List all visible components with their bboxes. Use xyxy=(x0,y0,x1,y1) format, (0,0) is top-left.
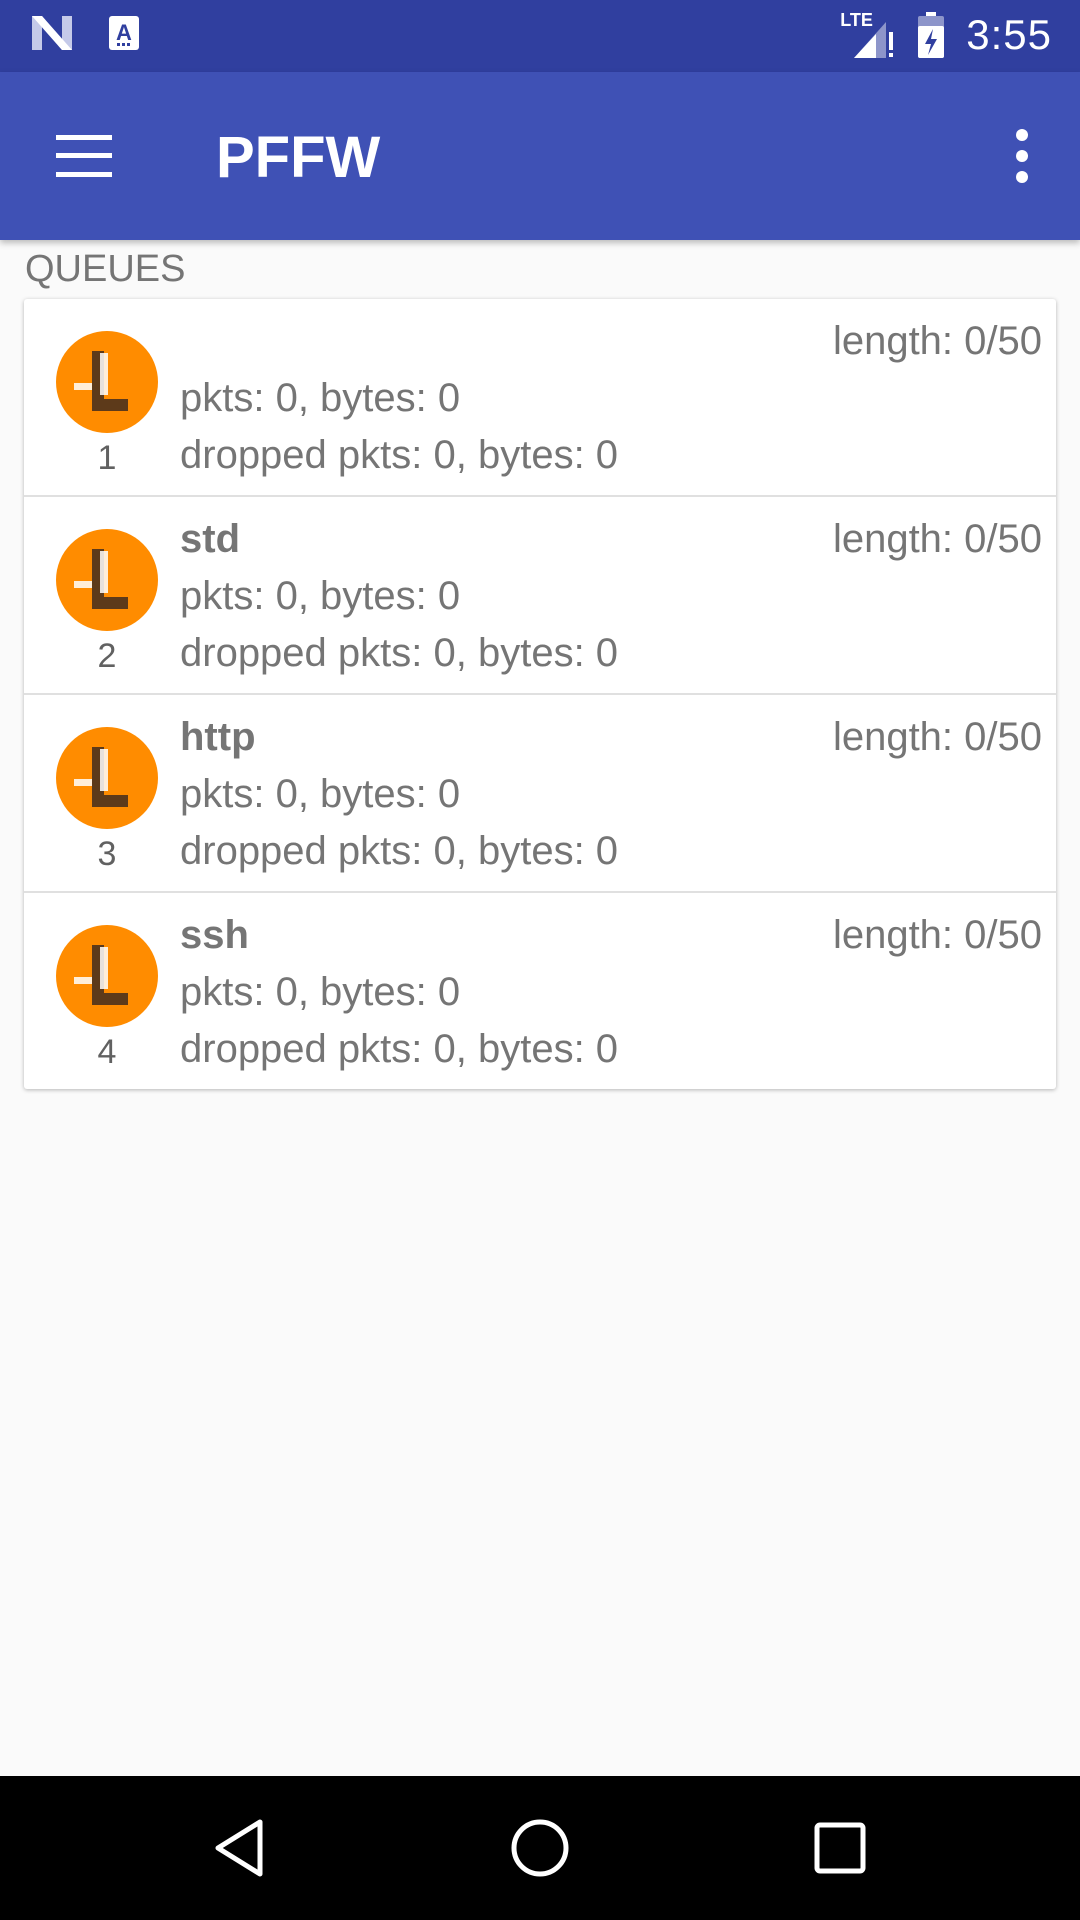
queue-number: 3 xyxy=(97,835,117,873)
queue-number: 4 xyxy=(97,1033,117,1071)
queues-card: 1 length: 0/50 pkts: 0, bytes: 0 dropped… xyxy=(24,299,1056,1089)
queue-number: 1 xyxy=(97,439,117,477)
navigation-bar xyxy=(0,1776,1080,1920)
app-bar: PFFW xyxy=(0,72,1080,240)
queue-length: length: 0/50 xyxy=(832,715,1042,759)
overflow-menu-icon[interactable] xyxy=(1012,128,1032,184)
home-icon[interactable] xyxy=(508,1816,572,1880)
queue-length: length: 0/50 xyxy=(832,913,1042,957)
queue-pkts: pkts: 0, bytes: 0 xyxy=(180,772,461,816)
queue-number: 2 xyxy=(97,637,117,675)
queue-icon xyxy=(56,331,158,433)
status-time: 3:55 xyxy=(966,11,1052,58)
status-bar: A LTE 3:55 xyxy=(0,0,1080,72)
menu-icon[interactable] xyxy=(56,135,112,177)
lte-signal-icon: LTE xyxy=(840,10,896,60)
queue-pkts: pkts: 0, bytes: 0 xyxy=(180,574,461,618)
battery-icon xyxy=(918,12,945,58)
queue-icon xyxy=(56,529,158,631)
queue-name: ssh xyxy=(180,913,249,957)
a-notification-icon: A xyxy=(109,16,139,50)
queue-name: std xyxy=(180,517,240,561)
queue-pkts: pkts: 0, bytes: 0 xyxy=(180,376,461,420)
queue-item[interactable]: 1 length: 0/50 pkts: 0, bytes: 0 dropped… xyxy=(24,299,1056,497)
back-icon[interactable] xyxy=(208,1816,272,1880)
app-title: PFFW xyxy=(216,125,381,190)
queue-icon xyxy=(56,727,158,829)
recents-icon[interactable] xyxy=(808,1816,872,1880)
queue-length: length: 0/50 xyxy=(832,319,1042,363)
n-logo-icon xyxy=(32,16,72,50)
queue-dropped: dropped pkts: 0, bytes: 0 xyxy=(180,433,619,477)
svg-text:A: A xyxy=(116,20,132,45)
queue-length: length: 0/50 xyxy=(832,517,1042,561)
queue-dropped: dropped pkts: 0, bytes: 0 xyxy=(180,631,619,675)
queue-pkts: pkts: 0, bytes: 0 xyxy=(180,970,461,1014)
queue-item[interactable]: 2 std length: 0/50 pkts: 0, bytes: 0 dro… xyxy=(24,497,1056,695)
queue-name: http xyxy=(180,715,256,759)
queue-item[interactable]: 3 http length: 0/50 pkts: 0, bytes: 0 dr… xyxy=(24,695,1056,893)
section-label-queues: QUEUES xyxy=(25,248,186,290)
queue-item[interactable]: 4 ssh length: 0/50 pkts: 0, bytes: 0 dro… xyxy=(24,893,1056,1091)
queue-icon xyxy=(56,925,158,1027)
queue-dropped: dropped pkts: 0, bytes: 0 xyxy=(180,1027,619,1071)
queue-dropped: dropped pkts: 0, bytes: 0 xyxy=(180,829,619,873)
